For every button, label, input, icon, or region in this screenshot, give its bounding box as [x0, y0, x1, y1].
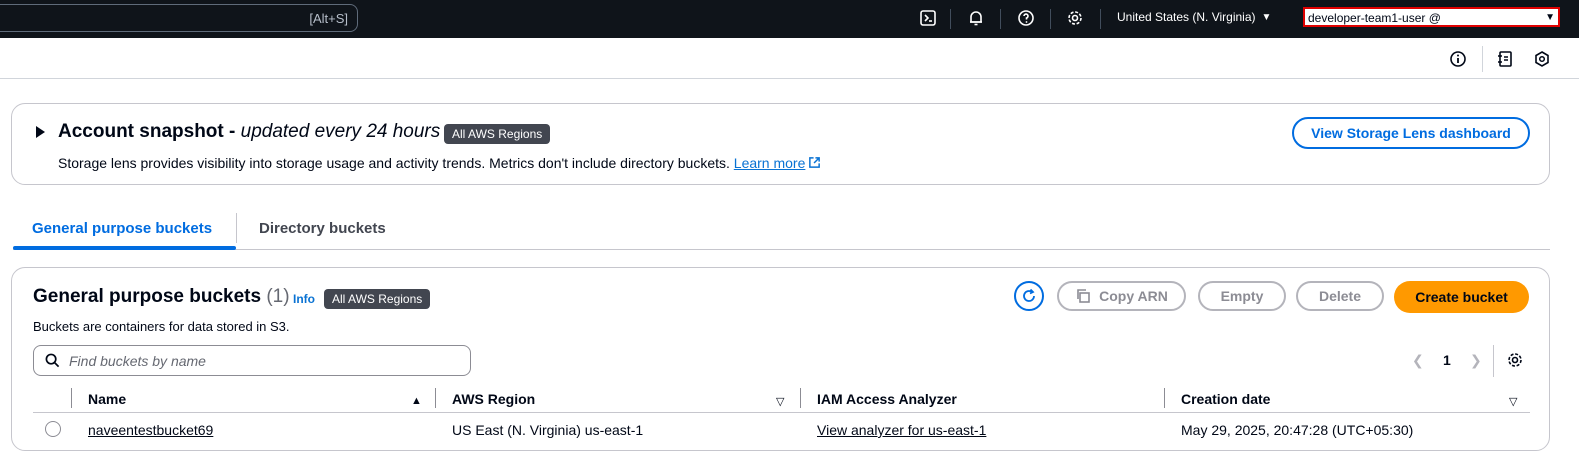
- tabs-baseline: [13, 249, 1550, 250]
- external-link-icon: [809, 157, 821, 168]
- help-icon[interactable]: [1016, 8, 1036, 28]
- notes-panel-icon[interactable]: [1496, 50, 1514, 68]
- search-icon: [45, 353, 60, 368]
- buckets-description: Buckets are containers for data stored i…: [33, 319, 290, 334]
- view-storage-lens-button[interactable]: View Storage Lens dashboard: [1292, 117, 1530, 149]
- account-menu[interactable]: developer-team1-user @ ▼: [1303, 7, 1560, 27]
- previous-page-button[interactable]: ❮: [1412, 352, 1424, 369]
- global-search-input[interactable]: [Alt+S]: [0, 4, 358, 32]
- sort-icon[interactable]: ▽: [776, 395, 784, 408]
- tab-general-purpose-buckets[interactable]: General purpose buckets: [32, 220, 212, 237]
- view-analyzer-link[interactable]: View analyzer for us-east-1: [817, 422, 986, 438]
- caret-down-icon: ▼: [1545, 12, 1555, 23]
- caret-down-icon: ▼: [1261, 11, 1272, 23]
- general-purpose-buckets-panel: General purpose buckets (1) Info All AWS…: [11, 267, 1550, 451]
- snapshot-description: Storage lens provides visibility into st…: [58, 155, 821, 171]
- column-header-name[interactable]: Name: [88, 391, 126, 407]
- find-buckets-input[interactable]: Find buckets by name: [33, 345, 471, 376]
- expand-caret-icon[interactable]: [36, 126, 45, 138]
- security-hub-icon[interactable]: [1533, 50, 1551, 68]
- notifications-bell-icon[interactable]: [966, 8, 986, 28]
- empty-bucket-button[interactable]: Empty: [1198, 281, 1286, 311]
- table-preferences-gear-icon[interactable]: [1506, 351, 1524, 369]
- sort-icon[interactable]: ▽: [1509, 395, 1517, 408]
- snapshot-description-text: Storage lens provides visibility into st…: [58, 155, 730, 171]
- bucket-name-link[interactable]: naveentestbucket69: [88, 422, 213, 438]
- tab-directory-buckets[interactable]: Directory buckets: [259, 220, 386, 237]
- buckets-heading: General purpose buckets (1): [33, 286, 290, 308]
- learn-more-text: Learn more: [733, 155, 806, 171]
- search-shortcut-hint: [Alt+S]: [309, 11, 348, 26]
- column-header-creation-date[interactable]: Creation date: [1181, 391, 1270, 407]
- column-divider[interactable]: [1164, 388, 1165, 408]
- current-page-number[interactable]: 1: [1443, 352, 1451, 368]
- column-header-region[interactable]: AWS Region: [452, 391, 535, 407]
- copy-arn-button[interactable]: Copy ARN: [1057, 281, 1186, 311]
- column-divider: [71, 388, 72, 408]
- active-tab-indicator: [13, 246, 236, 250]
- buckets-title: General purpose buckets: [33, 286, 262, 307]
- learn-more-link[interactable]: Learn more: [734, 155, 822, 171]
- sort-ascending-icon[interactable]: ▲: [411, 395, 422, 407]
- info-link[interactable]: Info: [293, 292, 315, 306]
- account-snapshot-card: Account snapshot - updated every 24 hour…: [11, 103, 1550, 185]
- column-divider[interactable]: [435, 388, 436, 408]
- cloudshell-icon[interactable]: [918, 8, 938, 28]
- utility-divider: [1482, 46, 1483, 72]
- info-panel-icon[interactable]: [1449, 50, 1467, 68]
- bucket-region: US East (N. Virginia) us-east-1: [452, 422, 644, 438]
- account-name: developer-team1-user @: [1308, 11, 1441, 25]
- utility-bar: [0, 38, 1579, 79]
- region-selector[interactable]: United States (N. Virginia) ▼: [1117, 10, 1271, 24]
- row-select-radio[interactable]: [45, 421, 61, 437]
- topbar-divider: [950, 9, 951, 29]
- snapshot-title[interactable]: Account snapshot - updated every 24 hour…: [58, 121, 440, 143]
- tab-divider: [236, 213, 237, 243]
- pagination-divider: [1493, 345, 1494, 377]
- copy-icon: [1077, 289, 1090, 303]
- buckets-count: (1): [266, 286, 290, 307]
- next-page-button[interactable]: ❯: [1470, 352, 1482, 369]
- create-bucket-button[interactable]: Create bucket: [1394, 281, 1529, 313]
- copy-arn-label: Copy ARN: [1099, 288, 1168, 304]
- snapshot-title-text: Account snapshot -: [58, 121, 236, 142]
- refresh-button[interactable]: [1014, 281, 1044, 311]
- regions-badge: All AWS Regions: [444, 124, 551, 144]
- find-buckets-placeholder: Find buckets by name: [69, 353, 206, 369]
- topbar-divider: [1100, 9, 1101, 29]
- topbar-divider: [1000, 9, 1001, 29]
- bucket-creation-date: May 29, 2025, 20:47:28 (UTC+05:30): [1181, 422, 1414, 438]
- topbar-divider: [1050, 9, 1051, 29]
- regions-badge: All AWS Regions: [324, 289, 431, 309]
- snapshot-title-italic: updated every 24 hours: [240, 121, 441, 142]
- column-divider[interactable]: [800, 388, 801, 408]
- refresh-icon: [1023, 288, 1035, 302]
- settings-gear-icon[interactable]: [1065, 8, 1085, 28]
- table-header-line: [33, 412, 1530, 413]
- delete-bucket-button[interactable]: Delete: [1296, 281, 1384, 311]
- top-nav-bar: [Alt+S] United States (N. Virginia) ▼ de…: [0, 0, 1579, 38]
- region-label: United States (N. Virginia): [1117, 10, 1256, 24]
- column-header-access-analyzer[interactable]: IAM Access Analyzer: [817, 391, 957, 407]
